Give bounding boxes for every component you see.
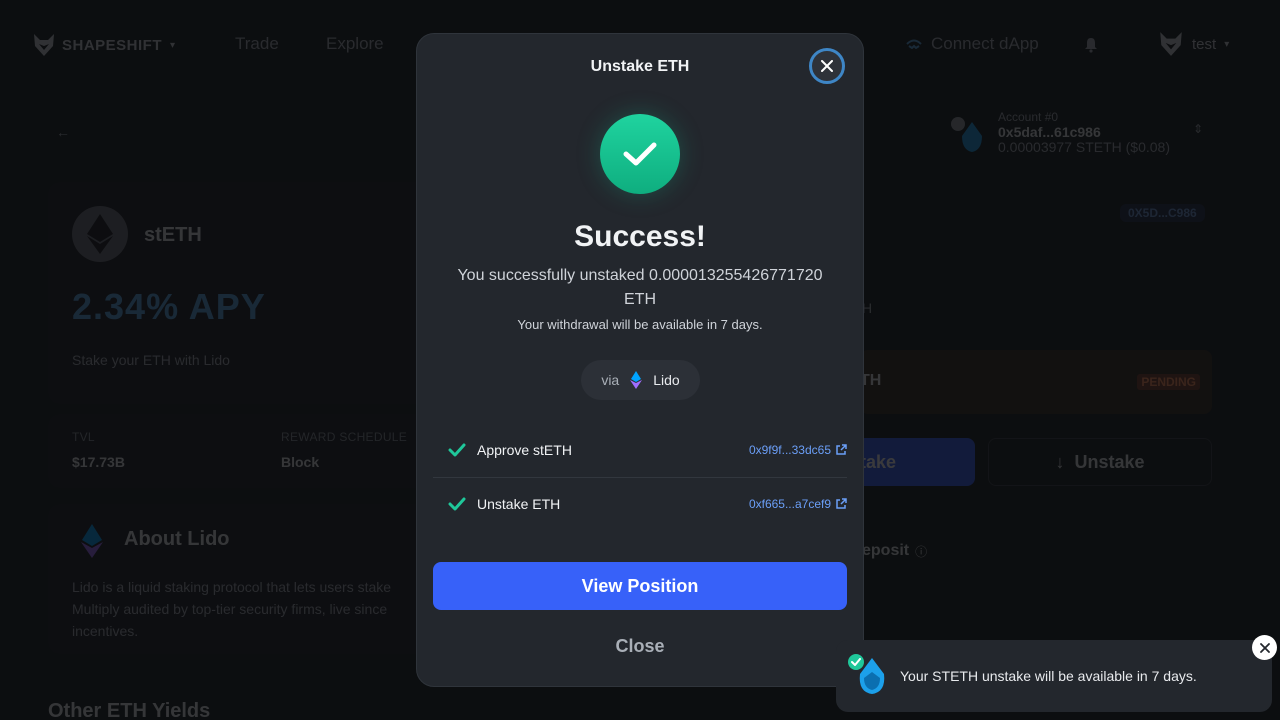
via-label: via: [601, 372, 620, 388]
external-link-icon: [836, 498, 847, 509]
external-link-icon: [836, 444, 847, 455]
tx-hash: 0xf665...a7cef9: [748, 497, 831, 511]
modal-title: Unstake ETH: [590, 58, 690, 75]
close-icon: [1259, 642, 1270, 653]
toast-close-button[interactable]: [1252, 635, 1277, 660]
close-button[interactable]: Close: [417, 636, 863, 657]
withdrawal-note: Your withdrawal will be available in 7 d…: [517, 317, 763, 332]
check-icon: [448, 443, 466, 457]
tx-hash: 0x9f9f...33dc65: [748, 443, 831, 457]
success-heading: Success!: [574, 220, 706, 253]
success-check-icon: [600, 114, 680, 194]
toast-message: Your STETH unstake will be available in …: [900, 668, 1197, 684]
toast-notification: Your STETH unstake will be available in …: [836, 640, 1272, 712]
tx-label: Approve stETH: [477, 442, 572, 458]
tx-label: Unstake ETH: [477, 496, 561, 512]
provider-name: Lido: [653, 372, 680, 388]
view-position-button[interactable]: View Position: [433, 562, 847, 610]
check-icon: [448, 497, 466, 511]
tx-row: Unstake ETH 0xf665...a7cef9: [433, 478, 847, 530]
provider-pill: via Lido: [581, 360, 700, 400]
success-message: You successfully unstaked 0.000013255426…: [457, 267, 823, 308]
lido-icon: [630, 371, 643, 389]
tx-hash-link[interactable]: 0xf665...a7cef9: [749, 497, 847, 511]
tx-hash-link[interactable]: 0x9f9f...33dc65: [749, 443, 847, 457]
success-badge-icon: [848, 654, 864, 670]
unstake-success-modal: Unstake ETH Success! You successfully un…: [416, 33, 864, 687]
tx-row: Approve stETH 0x9f9f...33dc65: [433, 424, 847, 476]
modal-close-button[interactable]: [809, 48, 845, 84]
close-icon: [821, 60, 833, 72]
